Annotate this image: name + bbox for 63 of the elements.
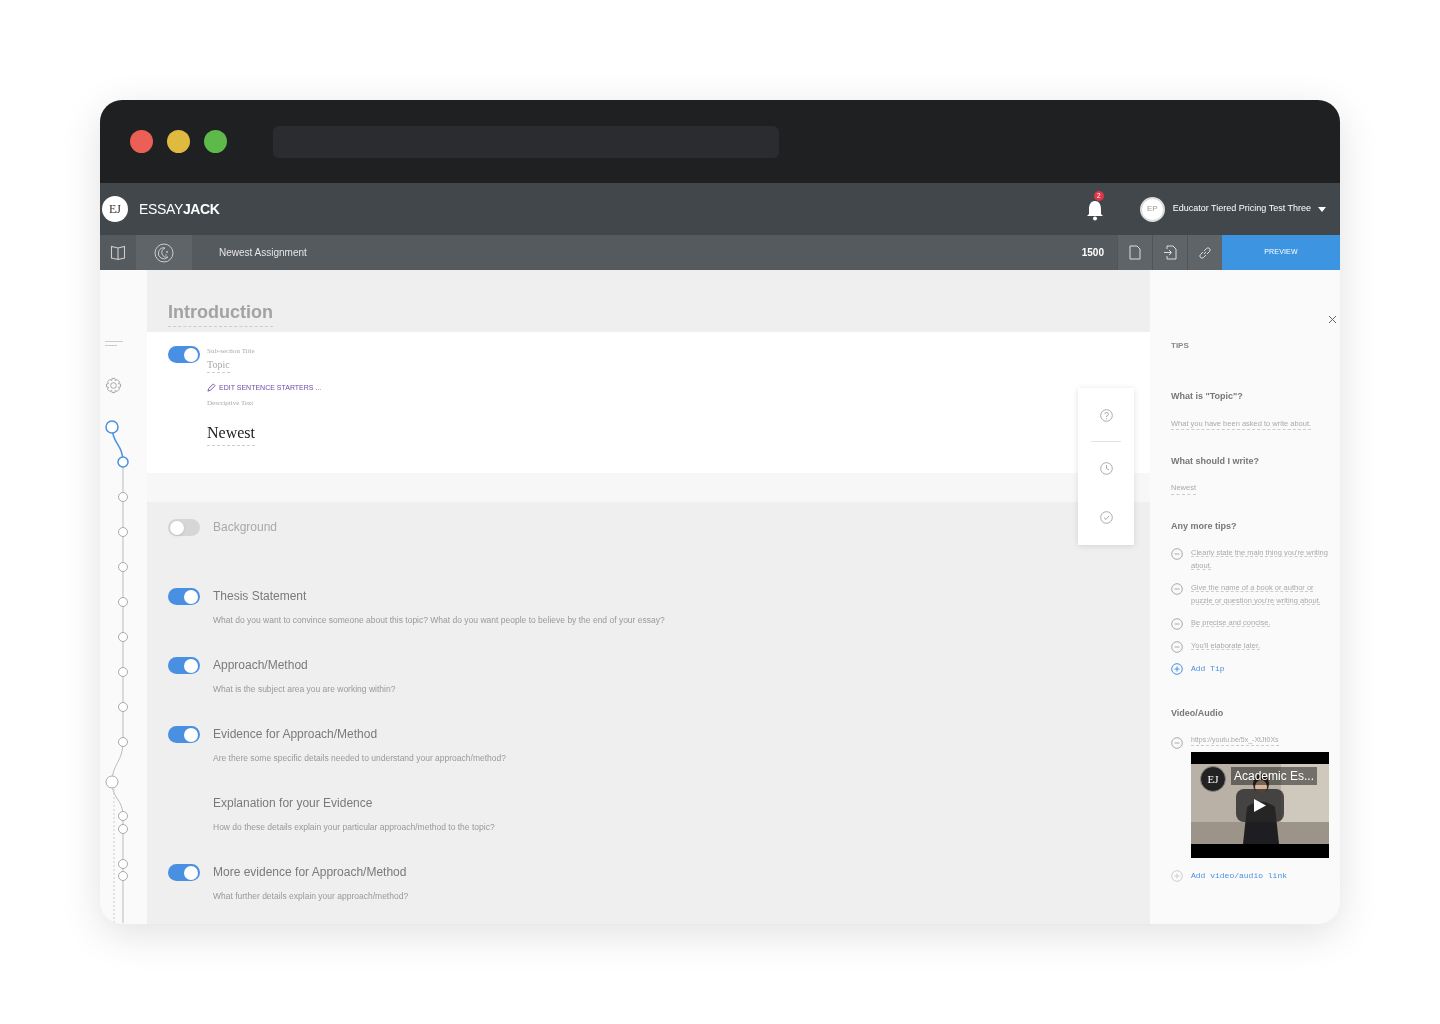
toolbar-button[interactable] — [1117, 235, 1152, 270]
subsection-title[interactable]: Explanation for your Evidence — [213, 795, 495, 812]
toggle-switch[interactable] — [168, 346, 200, 363]
book-icon — [110, 244, 126, 261]
user-avatar[interactable]: EP — [1139, 196, 1165, 222]
caret-icon[interactable] — [1318, 206, 1326, 212]
remove-icon[interactable] — [1171, 618, 1183, 630]
remove-icon[interactable] — [1171, 583, 1183, 595]
toolbar-button[interactable] — [1152, 235, 1187, 270]
subsection-prompt: What further details explain your approach/method? — [213, 890, 409, 903]
toolbar-button[interactable] — [1187, 235, 1222, 270]
close-icon[interactable] — [1329, 316, 1336, 323]
video-title: Academic Es... — [1231, 767, 1318, 785]
remove-icon[interactable] — [1171, 736, 1183, 749]
clock-icon[interactable] — [1099, 462, 1113, 475]
play-button[interactable] — [1236, 789, 1284, 822]
subsection-title[interactable]: More evidence for Approach/Method — [213, 864, 409, 881]
toggle-switch[interactable] — [168, 726, 200, 743]
subsection-title[interactable]: Thesis Statement — [213, 588, 665, 605]
moon-stars-icon — [154, 242, 174, 263]
pencil-icon — [207, 383, 216, 393]
tips-subheading: Any more tips? — [1171, 519, 1238, 533]
remove-icon[interactable] — [1171, 641, 1183, 653]
subsection-prompt: How do these details explain your particular approach/method to the topic? — [213, 821, 495, 834]
tip-question: What should I write? — [1171, 454, 1259, 468]
subsection-prompt: What do you want to convince someone about this topic? What do you want people to believe by the end of your essay? — [213, 614, 665, 627]
tips-heading: TIPS — [1171, 340, 1190, 352]
subsection-title[interactable]: Evidence for Approach/Method — [213, 726, 506, 743]
window-control[interactable] — [167, 130, 190, 153]
settings-icon[interactable] — [105, 377, 122, 394]
subsection-prompt: Are there some specific details needed to understand your approach/method? — [213, 752, 506, 765]
window-control[interactable] — [204, 130, 227, 153]
document-icon — [1129, 245, 1141, 260]
media-heading: Video/Audio — [1171, 707, 1225, 720]
subsection-prompt: What is the subject area you are working within? — [213, 683, 396, 696]
menu-lines-icon[interactable] — [105, 341, 123, 346]
descriptive-text-field[interactable]: Newest — [207, 420, 255, 446]
import-icon — [1163, 245, 1177, 260]
play-icon — [1254, 799, 1266, 812]
logo: EJ — [102, 196, 128, 222]
toggle-switch[interactable] — [168, 864, 200, 881]
subsection-title[interactable]: Background — [213, 519, 278, 536]
window-control[interactable] — [130, 130, 153, 153]
subtitle-field[interactable]: Topic — [207, 356, 230, 373]
subsection-title[interactable]: Approach/Method — [213, 657, 396, 674]
word-count: 1500 — [1081, 246, 1104, 260]
toggle-switch[interactable] — [168, 657, 200, 674]
add-media-link-button[interactable]: Add video/audio link — [1191, 870, 1287, 882]
section-title: Introduction — [168, 299, 273, 327]
check-icon[interactable] — [1099, 511, 1113, 524]
toggle-switch[interactable] — [168, 588, 200, 605]
breadcrumb-step[interactable] — [136, 235, 192, 270]
remove-icon[interactable] — [1171, 548, 1183, 560]
assignment-title: Newest Assignment — [219, 246, 307, 260]
toggle-switch[interactable] — [168, 519, 200, 536]
add-icon[interactable] — [1171, 663, 1183, 675]
link-icon — [1198, 245, 1212, 260]
tip-question: What is "Topic"? — [1171, 390, 1243, 403]
brand-name: ESSAYJACK — [139, 199, 220, 219]
help-icon[interactable] — [1099, 409, 1113, 422]
user-name[interactable]: Educator Tiered Pricing Test Three — [1172, 202, 1311, 216]
video-player[interactable]: EJ Academic Es... — [1191, 752, 1329, 858]
add-tip-button[interactable]: Add Tip — [1191, 663, 1225, 675]
